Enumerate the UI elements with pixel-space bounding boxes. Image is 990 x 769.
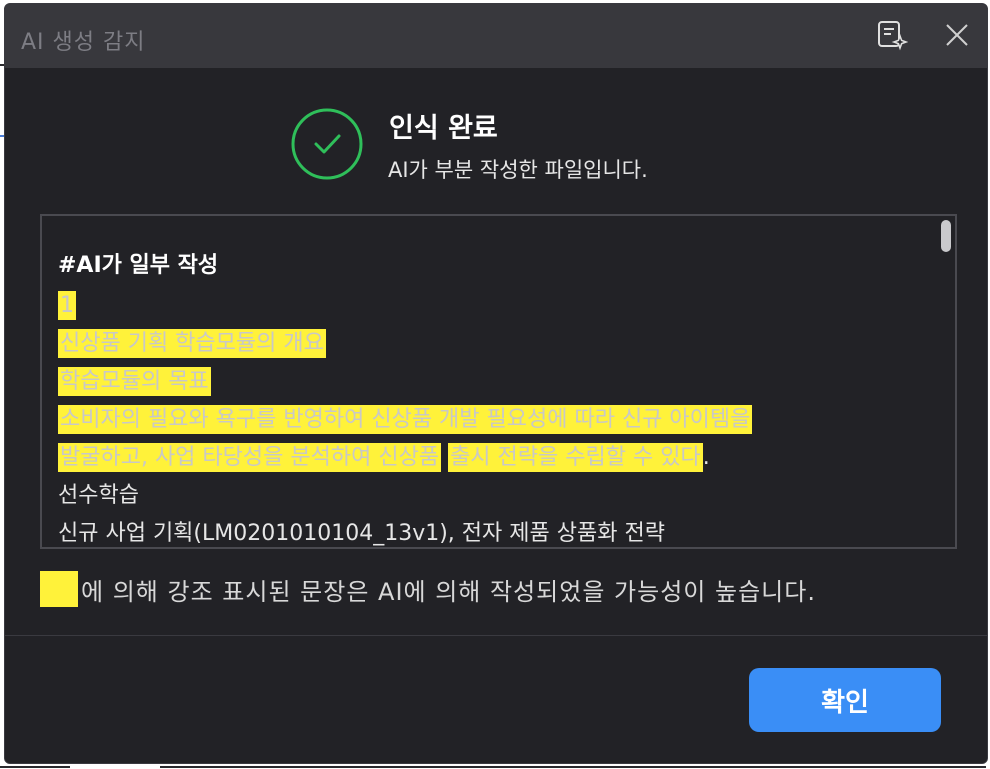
ai-detection-dialog: AI 생성 감지 인식 완료 AI가 부분 작성한 파일입니다. #AI가 일부… xyxy=(4,3,988,764)
close-icon-graphic xyxy=(946,24,968,46)
status-subtitle: AI가 부분 작성한 파일입니다. xyxy=(388,158,648,182)
background-edge xyxy=(160,766,986,768)
text-segment: 선수학습 xyxy=(58,483,139,508)
text-segment xyxy=(441,445,448,470)
ai-document-icon[interactable] xyxy=(875,18,909,52)
document-line: 신규 사업 기획(LM0201010104_13v1), 전자 제품 상품화 전… xyxy=(58,520,925,547)
highlighted-segment: 학습모듈의 목표 xyxy=(58,367,211,396)
dialog-content: 인식 완료 AI가 부분 작성한 파일입니다. #AI가 일부 작성 1 신상품 … xyxy=(5,68,987,763)
highlight-legend-swatch xyxy=(40,571,78,607)
highlighted-segment: 소비자의 필요와 욕구를 반영하여 신상품 개발 필요성에 따라 신규 아이템을 xyxy=(58,405,753,434)
document-line: 발굴하고, 사업 타당성을 분석하여 신상품 출시 전략을 수립할 수 있다. xyxy=(58,443,925,482)
status-title: 인식 완료 xyxy=(389,113,498,144)
document-line: 학습모듈의 목표 xyxy=(58,367,925,406)
dialog-titlebar: AI 생성 감지 xyxy=(5,4,987,68)
document-line: 신상품 기획 학습모듈의 개요 xyxy=(58,329,925,368)
highlight-legend-text: 에 의해 강조 표시된 문장은 AI에 의해 작성되었을 가능성이 높습니다. xyxy=(81,578,816,606)
scrollbar-thumb[interactable] xyxy=(941,220,951,252)
document-text: #AI가 일부 작성 1 신상품 기획 학습모듈의 개요학습모듈의 목표소비자의 … xyxy=(58,252,925,547)
document-heading: #AI가 일부 작성 xyxy=(58,253,219,278)
ai-document-icon-graphic xyxy=(878,21,908,51)
background-edge xyxy=(0,766,70,768)
text-segment: 신규 사업 기획(LM0201010104_13v1), 전자 제품 상품화 전… xyxy=(58,521,665,546)
document-lines: 1 신상품 기획 학습모듈의 개요학습모듈의 목표소비자의 필요와 욕구를 반영하… xyxy=(58,291,925,547)
document-line: 1 xyxy=(58,291,925,330)
check-circle-icon xyxy=(289,106,365,182)
document-line: 선수학습 xyxy=(58,482,925,520)
text-segment: . xyxy=(702,445,710,470)
highlighted-segment: 출시 전략을 수립할 수 있다 xyxy=(448,443,703,472)
footer-divider xyxy=(5,635,987,636)
dialog-title: AI 생성 감지 xyxy=(21,30,146,55)
highlighted-segment: 발굴하고, 사업 타당성을 분석하여 신상품 xyxy=(58,443,442,472)
document-line: 소비자의 필요와 욕구를 반영하여 신상품 개발 필요성에 따라 신규 아이템을 xyxy=(58,405,925,444)
highlighted-segment: 신상품 기획 학습모듈의 개요 xyxy=(58,329,326,358)
close-icon[interactable] xyxy=(940,18,974,52)
highlighted-segment: 1 xyxy=(58,291,76,320)
confirm-button[interactable]: 확인 xyxy=(749,668,941,732)
document-preview[interactable]: #AI가 일부 작성 1 신상품 기획 학습모듈의 개요학습모듈의 목표소비자의 … xyxy=(40,214,957,549)
